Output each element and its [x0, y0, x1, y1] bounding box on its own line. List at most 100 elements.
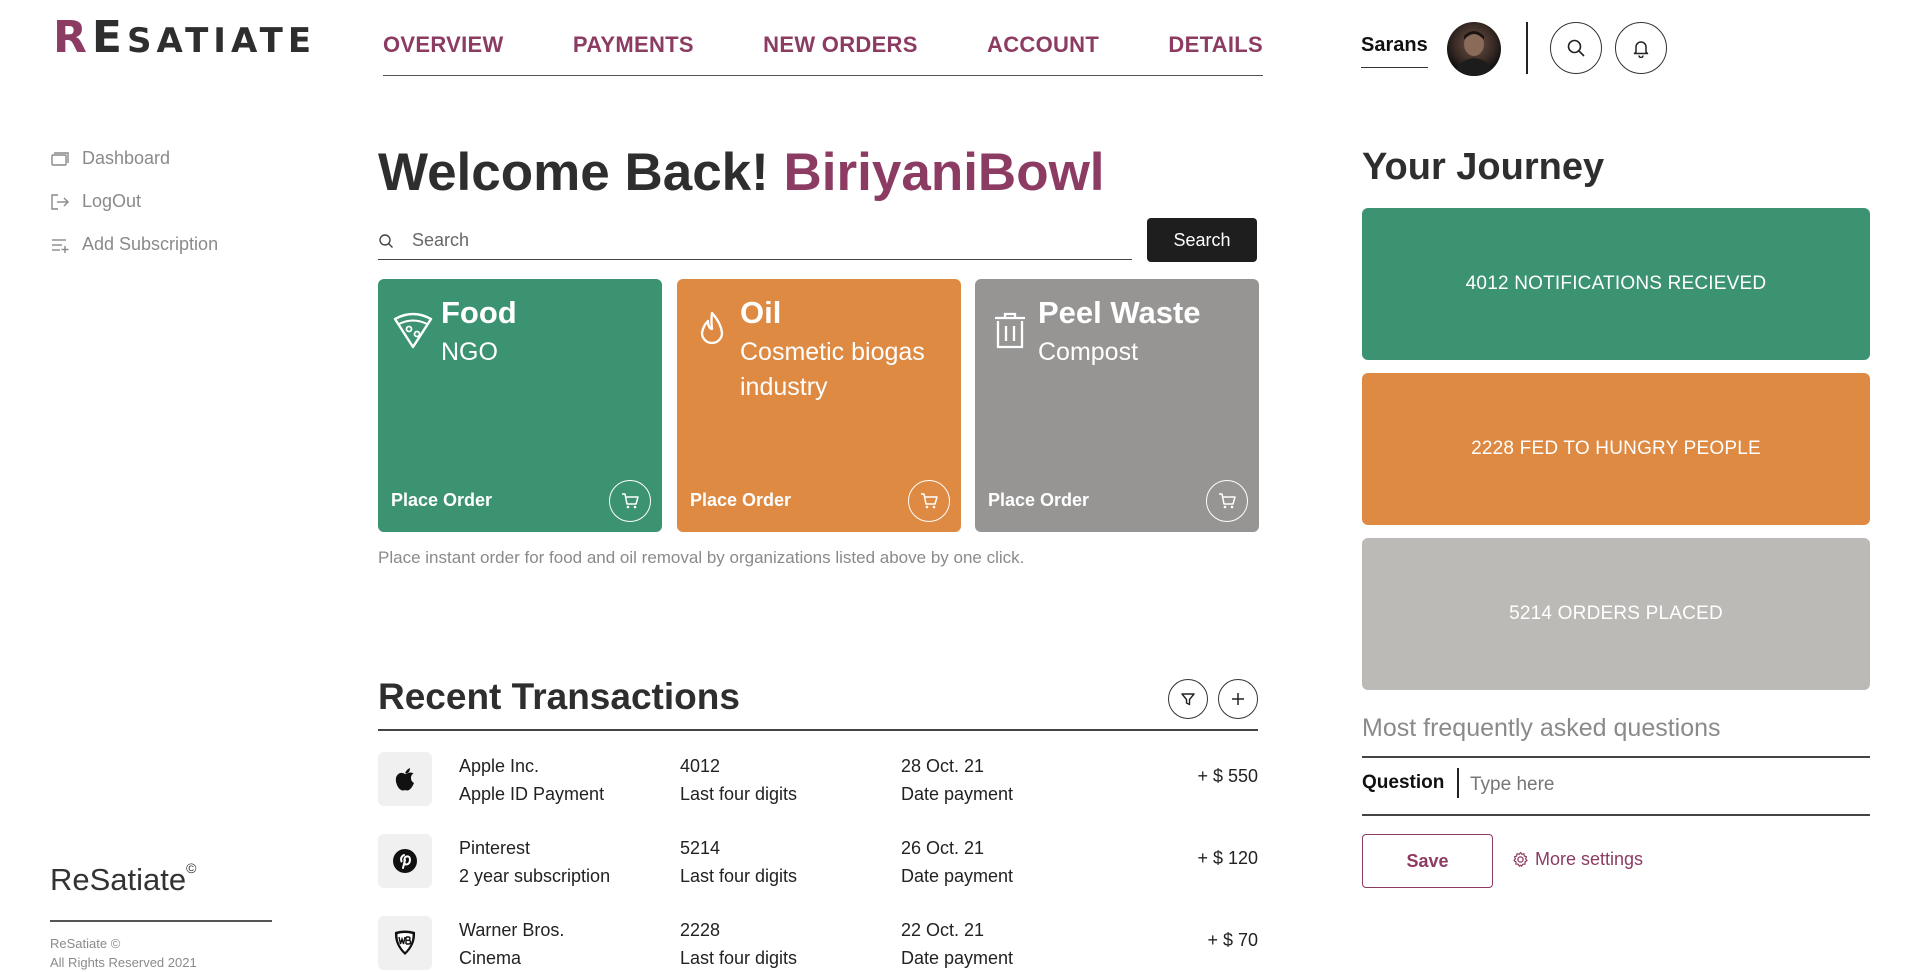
tx-digits-label: Last four digits — [680, 948, 798, 968]
nav-details[interactable]: DETAILS — [1168, 30, 1263, 75]
notifications-button[interactable] — [1615, 22, 1667, 74]
nav-account[interactable]: ACCOUNT — [987, 30, 1099, 75]
card-oil[interactable]: Oil Cosmetic biogas industry Place Order — [677, 279, 961, 532]
dashboard-icon — [51, 151, 69, 166]
place-order-button[interactable] — [1206, 480, 1248, 522]
search-input[interactable] — [412, 230, 1092, 251]
tx-digits-label: Last four digits — [680, 866, 798, 886]
filter-button[interactable] — [1168, 679, 1208, 719]
tx-date: 26 Oct. 21 — [901, 838, 985, 858]
user-name[interactable]: Sarans — [1361, 34, 1428, 68]
faq-divider-bottom — [1362, 814, 1870, 816]
footer-copyright: ReSatiate © All Rights Reserved 2021 — [50, 936, 197, 970]
search-bar — [378, 222, 1132, 260]
tx-name: Apple Inc. — [459, 756, 540, 776]
avatar[interactable] — [1447, 22, 1501, 76]
cards-hint: Place instant order for food and oil rem… — [378, 548, 1025, 567]
apple-icon — [378, 752, 432, 806]
table-row[interactable]: Apple Inc. Apple ID Payment 4012 Last fo… — [378, 752, 1258, 808]
cart-icon — [921, 493, 938, 509]
faq-divider-top — [1362, 756, 1870, 758]
question-label: Question — [1362, 772, 1445, 793]
page-title: Welcome Back! BiriyaniBowl — [378, 143, 1105, 202]
tx-digits-label: Last four digits — [680, 784, 798, 804]
tx-amount: + $ 70 — [1207, 930, 1258, 950]
pizza-icon — [392, 309, 434, 351]
table-row[interactable]: Warner Bros. Cinema 2228 Last four digit… — [378, 916, 1258, 972]
sidebar-item-logout[interactable]: LogOut — [50, 191, 141, 212]
faq-title: Most frequently asked questions — [1362, 714, 1721, 742]
tx-desc: Apple ID Payment — [459, 784, 605, 804]
search-icon — [379, 233, 393, 248]
top-nav: OVERVIEW PAYMENTS NEW ORDERS ACCOUNT DET… — [383, 30, 1263, 76]
list-add-icon — [52, 238, 69, 253]
more-settings-link[interactable]: More settings — [1512, 849, 1643, 870]
tx-digits: 4012 — [680, 756, 721, 776]
tx-digits: 5214 — [680, 838, 721, 858]
footer-divider — [50, 920, 272, 922]
card-title: Peel Waste — [1038, 295, 1201, 330]
stat-notifications: 4012 NOTIFICATIONS RECIEVED — [1362, 208, 1870, 360]
logo: RESATIATE — [53, 12, 317, 63]
stat-orders-placed: 5214 ORDERS PLACED — [1362, 538, 1870, 690]
place-order-button[interactable] — [609, 480, 651, 522]
filter-icon — [1181, 693, 1195, 706]
nav-payments[interactable]: PAYMENTS — [573, 30, 694, 75]
place-order-label[interactable]: Place Order — [391, 490, 492, 511]
question-separator — [1457, 768, 1459, 798]
tx-amount: + $ 550 — [1197, 766, 1258, 786]
transactions-title: Recent Transactions — [378, 676, 740, 717]
save-button[interactable]: Save — [1362, 834, 1493, 888]
tx-desc: Cinema — [459, 948, 522, 968]
search-icon — [1567, 39, 1585, 57]
transactions-divider — [378, 729, 1258, 731]
sidebar-item-dashboard[interactable]: Dashboard — [50, 148, 170, 169]
card-subtitle: NGO — [441, 338, 498, 366]
card-title: Food — [441, 295, 517, 330]
tx-amount: + $ 120 — [1197, 848, 1258, 868]
table-row[interactable]: Pinterest 2 year subscription 5214 Last … — [378, 834, 1258, 890]
tx-date: 28 Oct. 21 — [901, 756, 985, 776]
place-order-label[interactable]: Place Order — [690, 490, 791, 511]
plus-icon — [1232, 693, 1244, 705]
stat-fed-people: 2228 FED TO HUNGRY PEOPLE — [1362, 373, 1870, 525]
tx-date-label: Date payment — [901, 784, 1014, 804]
tx-digits: 2228 — [680, 920, 721, 940]
footer-brand: ReSatiate© — [50, 859, 197, 897]
cart-icon — [622, 493, 639, 509]
tx-date: 22 Oct. 21 — [901, 920, 985, 940]
flame-icon — [691, 309, 733, 351]
card-peel-waste[interactable]: Peel Waste Compost Place Order — [975, 279, 1259, 532]
tx-date-label: Date payment — [901, 948, 1014, 968]
header-divider — [1526, 22, 1528, 74]
warner-bros-icon — [378, 916, 432, 970]
sidebar-item-label: LogOut — [82, 191, 142, 211]
search-button[interactable] — [1550, 22, 1602, 74]
question-input[interactable] — [1470, 770, 1860, 800]
add-transaction-button[interactable] — [1218, 679, 1258, 719]
journey-title: Your Journey — [1362, 146, 1605, 188]
nav-overview[interactable]: OVERVIEW — [383, 30, 504, 75]
card-subtitle: Compost — [1038, 338, 1139, 366]
restaurant-name: BiriyaniBowl — [783, 143, 1105, 202]
sidebar-item-add-subscription[interactable]: Add Subscription — [50, 234, 218, 255]
tx-name: Pinterest — [459, 838, 531, 858]
place-order-button[interactable] — [908, 480, 950, 522]
gear-icon — [1513, 851, 1528, 867]
tx-date-label: Date payment — [901, 866, 1014, 886]
place-order-label[interactable]: Place Order — [988, 490, 1089, 511]
sidebar-item-label: Dashboard — [82, 148, 171, 168]
card-food[interactable]: Food NGO Place Order — [378, 279, 662, 532]
tx-name: Warner Bros. — [459, 920, 565, 940]
logout-icon — [51, 193, 69, 210]
trash-icon — [989, 309, 1031, 351]
bell-icon — [1633, 41, 1649, 58]
card-title: Oil — [740, 295, 782, 330]
search-submit-button[interactable]: Search — [1147, 218, 1257, 262]
cart-icon — [1219, 493, 1236, 509]
sidebar-item-label: Add Subscription — [82, 234, 219, 254]
nav-new-orders[interactable]: NEW ORDERS — [763, 30, 918, 75]
pinterest-icon — [378, 834, 432, 888]
card-subtitle: Cosmetic biogas industry — [740, 338, 925, 401]
tx-desc: 2 year subscription — [459, 866, 611, 886]
